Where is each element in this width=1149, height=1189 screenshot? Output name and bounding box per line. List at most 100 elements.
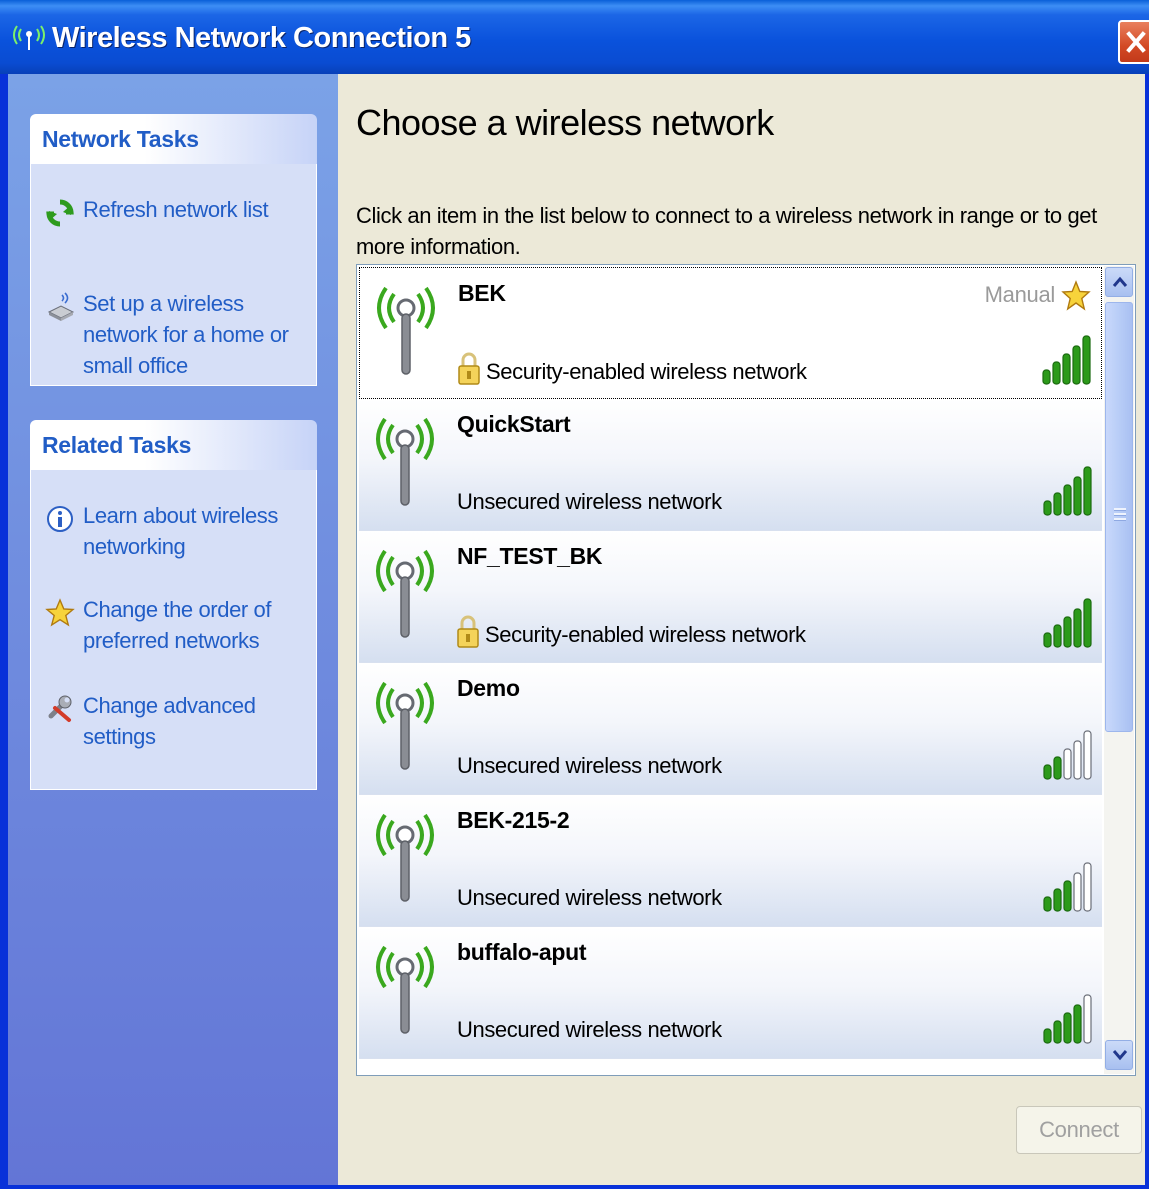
network-security-status: Unsecured wireless network bbox=[457, 885, 722, 911]
related-tasks-header: Related Tasks bbox=[30, 420, 317, 470]
scroll-down-button[interactable] bbox=[1105, 1040, 1133, 1070]
signal-strength-icon bbox=[1042, 335, 1091, 385]
signal-bar bbox=[1073, 608, 1082, 648]
signal-strength-icon bbox=[1043, 994, 1092, 1044]
chevron-up-icon bbox=[1112, 276, 1128, 287]
instructions-text: Click an item in the list below to conne… bbox=[356, 203, 1097, 259]
signal-bar bbox=[1072, 345, 1081, 385]
network-security-status: Security-enabled wireless network bbox=[457, 615, 806, 649]
signal-bar bbox=[1043, 632, 1052, 648]
network-tasks-list: Refresh network list Set up a wireless n… bbox=[30, 164, 317, 386]
learn-about-wireless-label: Learn about wireless networking bbox=[83, 503, 279, 559]
related-tasks-box: Related Tasks Learn about wireless netwo… bbox=[30, 420, 317, 790]
change-advanced-settings-label: Change advanced settings bbox=[83, 693, 256, 749]
signal-strength-icon bbox=[1043, 730, 1092, 780]
signal-bar bbox=[1043, 896, 1052, 912]
connect-button[interactable]: Connect bbox=[1016, 1106, 1142, 1154]
network-name: buffalo-aput bbox=[457, 939, 587, 965]
signal-bar bbox=[1053, 492, 1062, 516]
signal-strength-icon bbox=[1043, 598, 1092, 648]
page-title: Choose a wireless network bbox=[356, 102, 774, 143]
signal-bar bbox=[1042, 369, 1051, 385]
signal-bar bbox=[1063, 616, 1072, 648]
network-list-item[interactable]: buffalo-aput Unsecured wireless network bbox=[359, 927, 1102, 1059]
wireless-signal-icon bbox=[13, 25, 45, 50]
refresh-icon bbox=[46, 199, 74, 227]
network-status-text: Security-enabled wireless network bbox=[485, 622, 806, 647]
network-list-item[interactable]: Demo Unsecured wireless network bbox=[359, 663, 1102, 795]
wireless-antenna-icon bbox=[376, 417, 434, 506]
signal-bar bbox=[1073, 872, 1082, 912]
thumb-grip bbox=[1114, 518, 1126, 521]
preferred-star-icon bbox=[1061, 280, 1091, 311]
network-status-text: Unsecured wireless network bbox=[457, 753, 722, 778]
info-icon bbox=[47, 506, 73, 532]
setup-wireless-network-label: Set up a wireless network for a home or … bbox=[83, 291, 289, 378]
network-security-status: Unsecured wireless network bbox=[457, 489, 722, 515]
network-list-item[interactable]: NF_TEST_BK Security-enabled wireless netw… bbox=[359, 531, 1102, 663]
learn-about-wireless-link[interactable]: Learn about wireless networking bbox=[45, 500, 308, 562]
network-status-text: Unsecured wireless network bbox=[457, 1017, 722, 1042]
network-list[interactable]: BEK Manual Security-enabled wireless netwo… bbox=[356, 264, 1136, 1076]
chevron-down-icon bbox=[1112, 1050, 1128, 1061]
wireless-antenna-icon bbox=[376, 813, 434, 902]
signal-bar bbox=[1063, 748, 1072, 780]
signal-bar bbox=[1063, 1012, 1072, 1044]
signal-bar bbox=[1083, 466, 1092, 516]
network-list-item[interactable]: BEK-215-2 Unsecured wireless network bbox=[359, 795, 1102, 927]
signal-bar bbox=[1043, 1028, 1052, 1044]
related-tasks-list: Learn about wireless networking Change t… bbox=[30, 470, 317, 790]
wireless-antenna-icon bbox=[377, 286, 435, 375]
network-name: BEK-215-2 bbox=[457, 807, 570, 833]
network-list-items: BEK Manual Security-enabled wireless netwo… bbox=[359, 267, 1102, 1059]
signal-bar bbox=[1083, 598, 1092, 648]
wireless-antenna-icon bbox=[376, 549, 434, 638]
lock-icon bbox=[458, 352, 480, 385]
wireless-antenna-icon bbox=[376, 681, 434, 770]
network-name: NF_TEST_BK bbox=[457, 543, 603, 569]
close-icon bbox=[1126, 31, 1146, 53]
scroll-thumb[interactable] bbox=[1105, 302, 1133, 732]
signal-bar bbox=[1073, 740, 1082, 780]
network-security-status: Unsecured wireless network bbox=[457, 753, 722, 779]
vertical-scrollbar[interactable] bbox=[1104, 266, 1134, 1074]
setup-wireless-network-link[interactable]: Set up a wireless network for a home or … bbox=[45, 288, 308, 381]
change-network-order-link[interactable]: Change the order of preferred networks bbox=[45, 594, 308, 656]
signal-bar bbox=[1053, 1020, 1062, 1044]
scroll-up-button[interactable] bbox=[1105, 267, 1133, 297]
signal-bar bbox=[1053, 624, 1062, 648]
signal-bar bbox=[1063, 880, 1072, 912]
signal-bar bbox=[1043, 500, 1052, 516]
change-network-order-label: Change the order of preferred networks bbox=[83, 597, 272, 653]
network-status-text: Unsecured wireless network bbox=[457, 885, 722, 910]
network-status-text: Security-enabled wireless network bbox=[486, 359, 807, 384]
signal-bar bbox=[1073, 1004, 1082, 1044]
signal-bar bbox=[1083, 730, 1092, 780]
title-bar[interactable]: Wireless Network Connection 5 bbox=[0, 0, 1149, 74]
refresh-network-list-link[interactable]: Refresh network list bbox=[45, 194, 308, 228]
signal-strength-icon bbox=[1043, 862, 1092, 912]
network-list-item[interactable]: QuickStart Unsecured wireless network bbox=[359, 399, 1102, 531]
window-title: Wireless Network Connection 5 bbox=[52, 22, 471, 54]
change-advanced-settings-link[interactable]: Change advanced settings bbox=[45, 690, 308, 752]
network-list-item[interactable]: BEK Manual Security-enabled wireless netwo… bbox=[359, 267, 1102, 399]
task-pane: Network Tasks Refresh network list Set u… bbox=[8, 74, 338, 1185]
signal-bar bbox=[1052, 361, 1061, 385]
lock-icon bbox=[457, 615, 479, 648]
signal-bar bbox=[1083, 862, 1092, 912]
refresh-network-list-label: Refresh network list bbox=[83, 197, 269, 222]
signal-strength-icon bbox=[1043, 466, 1092, 516]
signal-bar bbox=[1083, 994, 1092, 1044]
thumb-grip bbox=[1114, 508, 1126, 511]
main-pane: Choose a wireless network Click an item … bbox=[338, 74, 1145, 1185]
wireless-antenna-icon bbox=[376, 945, 434, 1034]
network-manual-badge: Manual bbox=[984, 282, 1056, 307]
signal-bar bbox=[1082, 335, 1091, 385]
network-security-status: Unsecured wireless network bbox=[457, 1017, 722, 1043]
network-name: BEK bbox=[458, 280, 506, 306]
close-button[interactable] bbox=[1118, 20, 1149, 64]
signal-bar bbox=[1062, 353, 1071, 385]
wireless-network-window: Wireless Network Connection 5 Network Ta… bbox=[0, 0, 1149, 1189]
signal-bar bbox=[1043, 764, 1052, 780]
signal-bar bbox=[1053, 888, 1062, 912]
